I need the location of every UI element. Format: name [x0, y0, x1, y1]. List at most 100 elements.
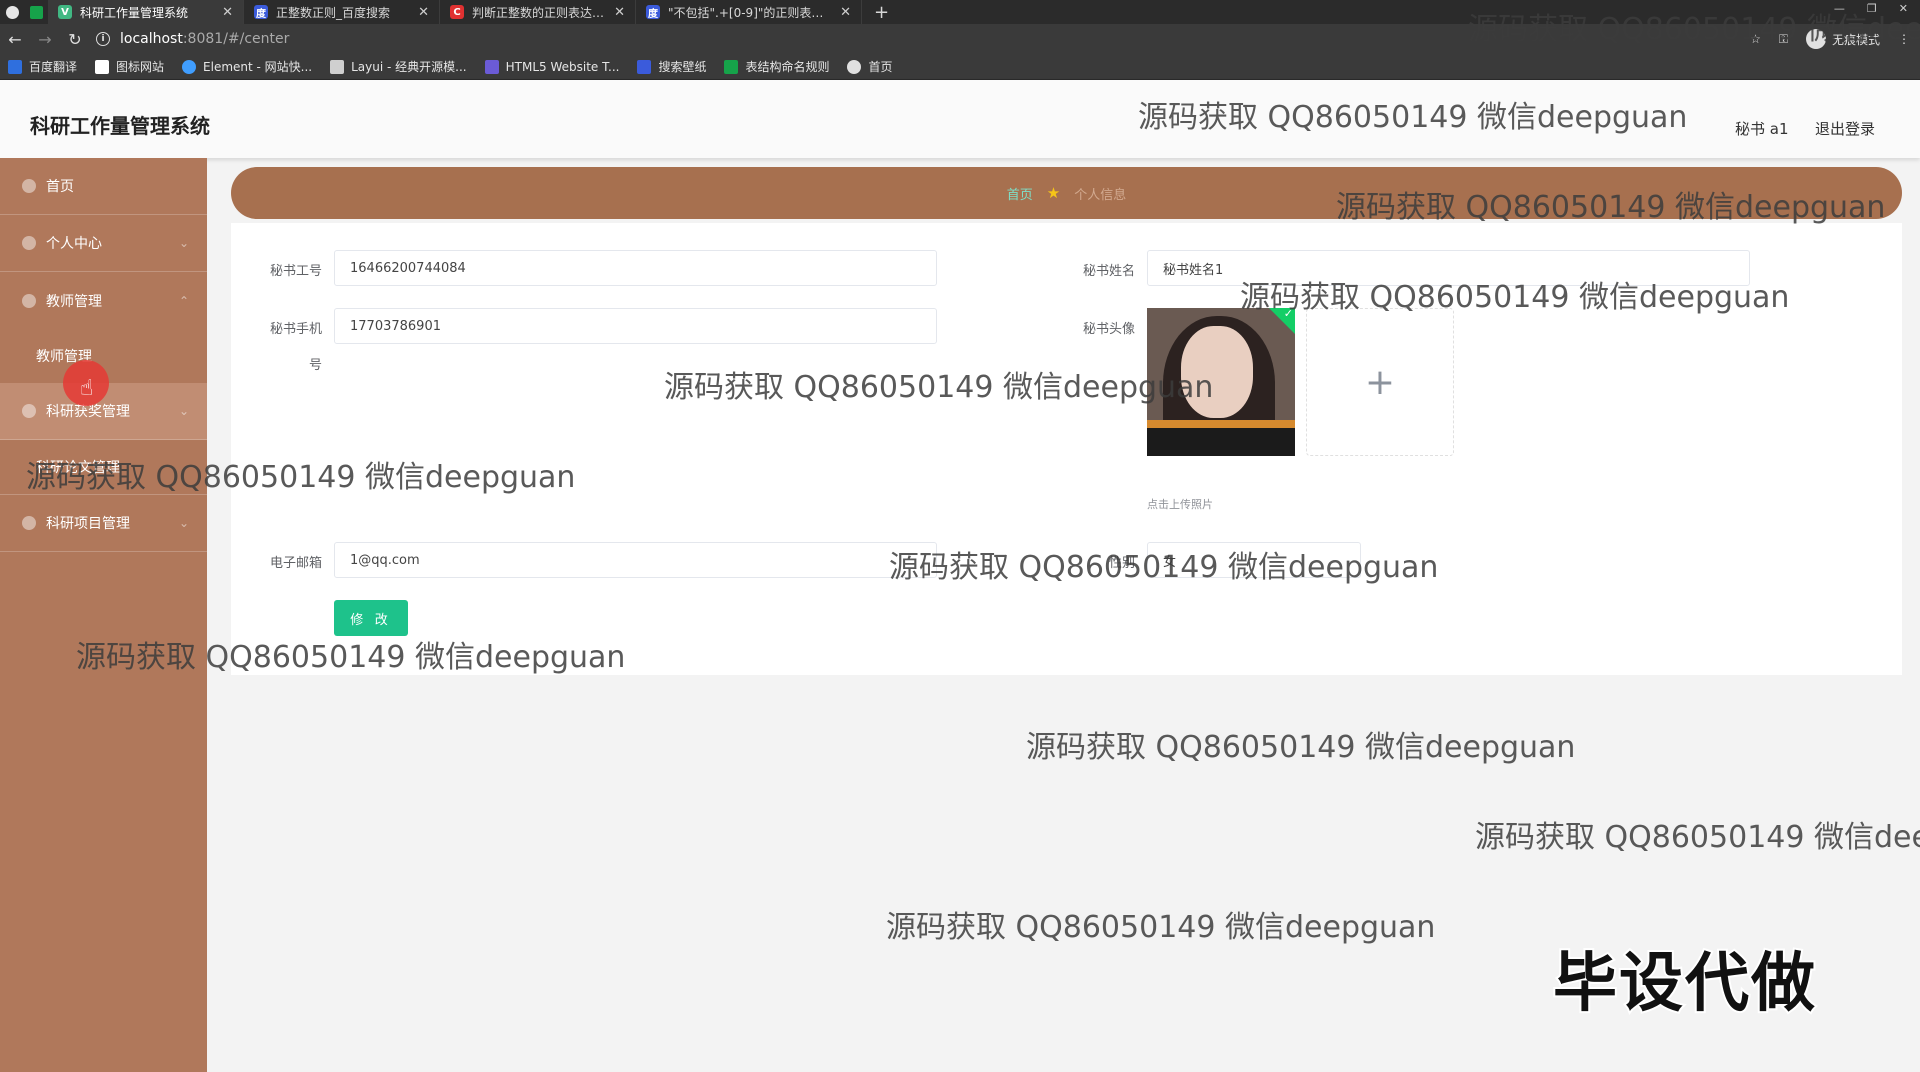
bookmark-star-icon[interactable]: ☆: [1750, 32, 1761, 46]
star-icon: ★: [1046, 184, 1061, 202]
baidu-paw-icon: 度: [254, 5, 268, 20]
breadcrumb-current: 个人信息: [1074, 187, 1127, 203]
teacher-icon: [22, 293, 36, 308]
app-header: 科研工作量管理系统 秘书 a1 退出登录: [0, 80, 1920, 158]
close-tab-icon[interactable]: ✕: [222, 5, 233, 20]
chrome-icon: [5, 5, 19, 19]
email-label: 电子邮箱: [269, 556, 322, 571]
watermark-text: 源码获取 QQ86050149 微信deepguan: [1475, 820, 1920, 855]
close-tab-icon[interactable]: ✕: [614, 5, 625, 20]
tab-title: 科研工作量管理系统: [80, 5, 189, 20]
sidebar-item-project[interactable]: 科研项目管理 ⌄: [0, 495, 207, 552]
watermark-text: 源码获取 QQ86050149 微信deepguan: [1026, 730, 1576, 765]
new-tab-button[interactable]: +: [862, 2, 901, 23]
forward-icon[interactable]: →: [30, 24, 60, 54]
user-icon: [22, 236, 36, 250]
tab-title: "不包括".+[0-9]"的正则表达式_: [668, 5, 833, 20]
gender-label: 性别: [1108, 556, 1135, 571]
sidebar: 首页 个人中心 ⌄ 教师管理 ⌃ 教师管理 科研获奖管理 ⌄ 科研论文管理 科研…: [0, 158, 207, 1072]
pinned-tab[interactable]: [0, 0, 24, 24]
phone-field[interactable]: 17703786901: [334, 308, 937, 344]
browser-tab[interactable]: C 判断正整数的正则表达式_小哥` ✕: [440, 0, 636, 24]
gender-select[interactable]: 女: [1147, 542, 1361, 578]
tab-title: 正整数正则_百度搜索: [276, 5, 391, 20]
watermark-text: 源码获取 QQ86050149 微信deepguan: [886, 910, 1436, 945]
logout-link[interactable]: 退出登录: [1815, 118, 1875, 139]
upload-tip: 点击上传照片: [1147, 498, 1213, 511]
home-icon: [22, 179, 36, 193]
edit-button[interactable]: 修 改: [334, 600, 408, 636]
pinned-tab[interactable]: [24, 0, 48, 24]
element-icon: [182, 59, 197, 74]
bookmark-item[interactable]: 百度翻译: [8, 58, 77, 75]
sidebar-item-label: 首页: [46, 179, 74, 195]
bookmark-label: 搜索壁纸: [658, 60, 707, 74]
layui-icon: [330, 59, 345, 74]
app-icon: [29, 5, 43, 19]
bookmark-item[interactable]: Element - 网站快...: [182, 58, 312, 75]
bookmark-item[interactable]: 搜索壁纸: [637, 58, 706, 75]
minimize-icon[interactable]: —: [1834, 2, 1845, 15]
close-window-icon[interactable]: ✕: [1899, 2, 1908, 15]
url-path: :8081/#/center: [182, 31, 290, 47]
browser-tab[interactable]: 度 "不包括".+[0-9]"的正则表达式_ ✕: [636, 0, 862, 24]
avatar-image[interactable]: ✓: [1147, 308, 1295, 456]
key-icon[interactable]: ⚿: [1779, 32, 1788, 47]
promo-stamp: 毕设代做: [1551, 945, 1817, 1023]
breadcrumb-home[interactable]: 首页: [1007, 184, 1033, 203]
vue-logo-icon: V: [58, 5, 72, 19]
bookmarks-bar: 百度翻译 图标网站 Element - 网站快... Layui - 经典开源模…: [0, 54, 1920, 80]
bookmark-item[interactable]: Layui - 经典开源模...: [330, 58, 467, 75]
phone-label-suffix: 号: [308, 358, 322, 373]
plus-icon: +: [1364, 361, 1396, 403]
breadcrumb: 首页 ★ 个人信息: [231, 167, 1902, 219]
baidu-paw-icon: 度: [646, 5, 660, 20]
sidebar-subitem-paper[interactable]: 科研论文管理: [0, 440, 207, 495]
email-field[interactable]: 1@qq.com: [334, 542, 937, 578]
phone-label: 秘书手机: [269, 322, 322, 337]
name-field[interactable]: 秘书姓名1: [1147, 250, 1750, 286]
award-icon: [22, 404, 36, 418]
current-user: 秘书 a1: [1735, 120, 1789, 138]
bookmark-label: 表结构命名规则: [745, 60, 830, 74]
browser-tab[interactable]: V 科研工作量管理系统 ✕: [48, 0, 244, 24]
browser-tab[interactable]: 度 正整数正则_百度搜索 ✕: [244, 0, 440, 24]
sidebar-item-profile[interactable]: 个人中心 ⌄: [0, 215, 207, 272]
upload-button[interactable]: +: [1306, 308, 1454, 456]
bookmark-item[interactable]: 表结构命名规则: [724, 58, 829, 75]
bookmark-item[interactable]: 首页: [847, 58, 893, 75]
bookmark-label: Layui - 经典开源模...: [351, 60, 467, 74]
avatar-label: 秘书头像: [1082, 322, 1135, 337]
incognito-label: 无痕模式: [1831, 32, 1880, 47]
chevron-up-icon: ⌃: [178, 293, 189, 308]
flag-icon: [95, 59, 110, 74]
html5-icon: [484, 59, 499, 74]
id-field[interactable]: 16466200744084: [334, 250, 937, 286]
site-info-icon[interactable]: i: [96, 32, 110, 46]
sidebar-item-teacher[interactable]: 教师管理 ⌃: [0, 272, 207, 329]
chevron-down-icon: ⌄: [178, 236, 189, 250]
incognito-icon: [1805, 29, 1826, 49]
project-icon: [22, 516, 36, 530]
close-tab-icon[interactable]: ✕: [840, 5, 851, 20]
table-icon: [724, 59, 739, 74]
tab-title: 判断正整数的正则表达式_小哥`: [472, 5, 606, 20]
reload-icon[interactable]: ↻: [60, 24, 90, 54]
restore-icon[interactable]: ❐: [1867, 2, 1877, 15]
back-icon[interactable]: ←: [0, 24, 30, 54]
sidebar-item-label: 个人中心: [46, 236, 102, 252]
wallpaper-icon: [637, 59, 652, 74]
sidebar-item-home[interactable]: 首页: [0, 158, 207, 215]
id-label: 秘书工号: [269, 264, 322, 279]
bookmark-label: Element - 网站快...: [203, 60, 313, 74]
incognito-badge[interactable]: 无痕模式: [1805, 29, 1880, 49]
bookmark-label: 百度翻译: [29, 60, 78, 74]
name-label: 秘书姓名: [1082, 264, 1135, 279]
bookmark-item[interactable]: HTML5 Website T...: [484, 59, 619, 74]
bookmark-item[interactable]: 图标网站: [95, 58, 164, 75]
sidebar-item-label: 教师管理: [46, 293, 102, 310]
close-tab-icon[interactable]: ✕: [418, 5, 429, 20]
url-input[interactable]: i localhost:8081/#/center: [96, 27, 1696, 51]
menu-icon[interactable]: ⋮: [1898, 32, 1910, 46]
translate-icon: [8, 59, 22, 74]
